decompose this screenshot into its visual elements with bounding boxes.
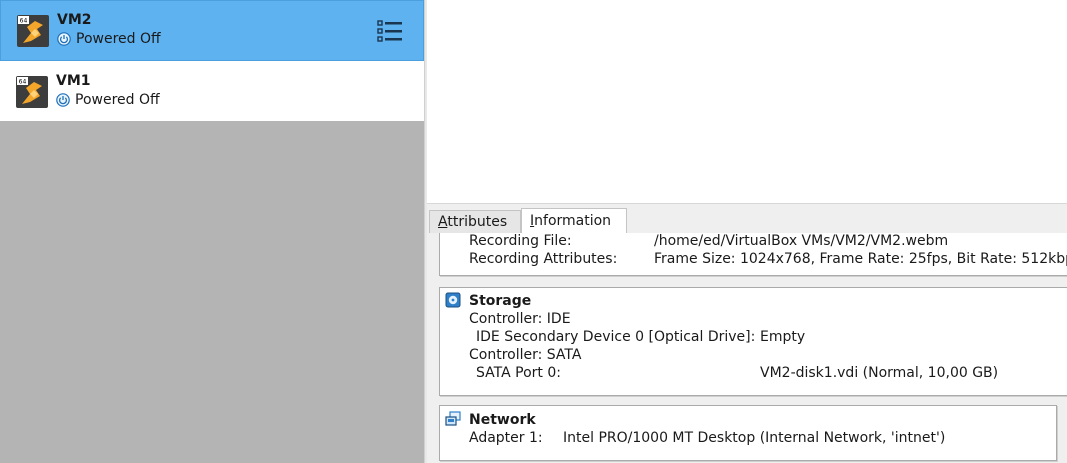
vm-bitness-badge: 64 bbox=[20, 18, 28, 25]
network-adapter-label: Adapter 1: bbox=[469, 430, 543, 446]
information-area[interactable]: Recording File: /home/ed/VirtualBox VMs/… bbox=[427, 233, 1067, 463]
recording-attributes-value: Frame Size: 1024x768, Frame Rate: 25fps,… bbox=[654, 251, 1067, 267]
vm-list-panel: 64 VM2 Powered Off 64 VM1 Powered Off bbox=[0, 0, 424, 463]
vm-state-label: Powered Off bbox=[76, 31, 161, 47]
vm-tools-menu-icon[interactable] bbox=[377, 19, 403, 43]
vm-state-label: Powered Off bbox=[75, 92, 160, 108]
powered-off-icon bbox=[56, 93, 70, 107]
vm-bitness-badge: 64 bbox=[19, 79, 27, 86]
storage-icon bbox=[445, 292, 461, 308]
network-icon bbox=[445, 411, 461, 426]
preview-area bbox=[427, 0, 1067, 203]
vm-name: VM1 bbox=[56, 73, 91, 89]
storage-title: Storage bbox=[469, 293, 532, 309]
vm-state: Powered Off bbox=[57, 31, 161, 47]
storage-ide-device-label: IDE Secondary Device 0 [Optical Drive]: bbox=[476, 329, 756, 345]
tab-attributes[interactable]: Attributes bbox=[429, 210, 521, 234]
vm-os-icon: 64 bbox=[17, 15, 49, 47]
tab-information-label: nformation bbox=[534, 213, 612, 229]
tab-attributes-label: ttributes bbox=[447, 214, 508, 230]
vm-list-item-vm1[interactable]: 64 VM1 Powered Off bbox=[0, 61, 424, 121]
network-title: Network bbox=[469, 412, 536, 428]
vm-name: VM2 bbox=[57, 12, 92, 28]
details-tabbar: Attributes Information bbox=[427, 203, 1067, 235]
storage-controller-ide: Controller: IDE bbox=[469, 311, 571, 327]
recording-attributes-label: Recording Attributes: bbox=[469, 251, 618, 267]
vm-list: 64 VM2 Powered Off 64 VM1 Powered Off bbox=[0, 0, 424, 121]
storage-sata-port-value[interactable]: VM2-disk1.vdi (Normal, 10,00 GB) bbox=[760, 365, 998, 381]
recording-file-label: Recording File: bbox=[469, 233, 572, 249]
recording-file-value: /home/ed/VirtualBox VMs/VM2/VM2.webm bbox=[654, 233, 949, 249]
storage-ide-device-value[interactable]: Empty bbox=[760, 329, 805, 345]
vm-os-icon: 64 bbox=[16, 76, 48, 108]
vm-list-item-vm2[interactable]: 64 VM2 Powered Off bbox=[0, 0, 424, 61]
storage-section: Storage Controller: IDE IDE Secondary De… bbox=[439, 287, 1067, 396]
storage-sata-port-label: SATA Port 0: bbox=[476, 365, 561, 381]
network-section: Network Adapter 1: Intel PRO/1000 MT Des… bbox=[439, 405, 1057, 461]
powered-off-icon bbox=[57, 32, 71, 46]
tab-attributes-mnemonic: A bbox=[438, 214, 448, 230]
details-panel: Attributes Information Recording File: /… bbox=[427, 0, 1067, 463]
recording-section: Recording File: /home/ed/VirtualBox VMs/… bbox=[439, 233, 1067, 276]
tab-information[interactable]: Information bbox=[521, 208, 627, 235]
vm-state: Powered Off bbox=[56, 92, 160, 108]
network-adapter-value: Intel PRO/1000 MT Desktop (Internal Netw… bbox=[563, 430, 946, 446]
storage-controller-sata: Controller: SATA bbox=[469, 347, 582, 363]
